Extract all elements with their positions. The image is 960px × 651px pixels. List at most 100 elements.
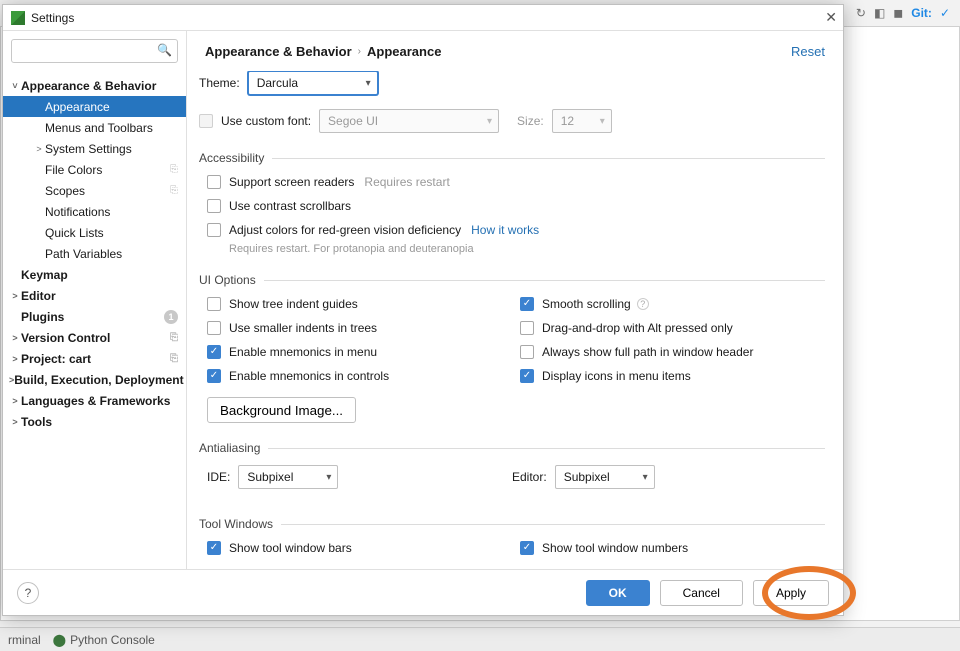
- toolbar-icon[interactable]: ◧: [874, 6, 885, 20]
- settings-sidebar: 🔍 ˅Appearance & BehaviorAppearanceMenus …: [3, 31, 187, 569]
- background-image-button[interactable]: Background Image...: [207, 397, 356, 423]
- tree-item[interactable]: >Project: cart⎘: [3, 348, 186, 369]
- chevron-right-icon[interactable]: >: [9, 291, 21, 301]
- contrast-scrollbars-label: Use contrast scrollbars: [229, 199, 351, 213]
- tree-item[interactable]: Notifications: [3, 201, 186, 222]
- tree-item-label: Menus and Toolbars: [45, 121, 178, 135]
- accessibility-section-title: Accessibility: [199, 151, 825, 165]
- mnemonics-menu-checkbox[interactable]: [207, 345, 221, 359]
- tw-bars-checkbox[interactable]: [207, 541, 221, 555]
- help-icon[interactable]: ?: [637, 298, 649, 310]
- ide-bottom-bar: rminal ⬤ Python Console: [0, 627, 960, 651]
- python-console-tab[interactable]: ⬤ Python Console: [53, 633, 155, 647]
- full-path-checkbox[interactable]: [520, 345, 534, 359]
- tree-item-label: Keymap: [21, 268, 178, 282]
- tree-item[interactable]: Scopes ⎘: [3, 180, 186, 201]
- chevron-right-icon[interactable]: >: [9, 396, 21, 406]
- colorblind-checkbox[interactable]: [207, 223, 221, 237]
- search-input[interactable]: [11, 39, 178, 63]
- tree-item[interactable]: Appearance: [3, 96, 186, 117]
- cancel-button[interactable]: Cancel: [660, 580, 743, 606]
- close-icon[interactable]: ✕: [825, 9, 837, 26]
- tree-item-label: System Settings: [45, 142, 178, 156]
- scope-icon: ⎘: [170, 353, 178, 364]
- icons-menu-checkbox[interactable]: [520, 369, 534, 383]
- breadcrumb-parent[interactable]: Appearance & Behavior: [205, 44, 352, 59]
- tree-item[interactable]: Quick Lists: [3, 222, 186, 243]
- settings-dialog: Settings ✕ 🔍 ˅Appearance & BehaviorAppea…: [2, 4, 844, 616]
- mnemonics-menu-label: Enable mnemonics in menu: [229, 345, 377, 359]
- tree-item[interactable]: Path Variables: [3, 243, 186, 264]
- ok-button[interactable]: OK: [586, 580, 650, 606]
- tree-item-label: Quick Lists: [45, 226, 178, 240]
- dnd-alt-checkbox[interactable]: [520, 321, 534, 335]
- chevron-down-icon[interactable]: ˅: [9, 81, 21, 91]
- reset-link[interactable]: Reset: [791, 44, 825, 59]
- settings-icon: [11, 11, 25, 25]
- aa-ide-combo[interactable]: Subpixel: [238, 465, 338, 489]
- screen-readers-checkbox[interactable]: [207, 175, 221, 189]
- smaller-indent-checkbox[interactable]: [207, 321, 221, 335]
- colorblind-hint: Requires restart. For protanopia and deu…: [229, 243, 825, 255]
- font-combo: Segoe UI: [319, 109, 499, 133]
- settings-content: Appearance & Behavior › Appearance Reset…: [187, 31, 843, 569]
- tree-item[interactable]: >Editor: [3, 285, 186, 306]
- chevron-right-icon[interactable]: >: [33, 144, 45, 154]
- smaller-indent-label: Use smaller indents in trees: [229, 321, 377, 335]
- ide-toolbar: ↻ ◧ ◼ Git: ✓: [846, 0, 960, 26]
- tree-item[interactable]: Menus and Toolbars: [3, 117, 186, 138]
- tree-item[interactable]: Keymap: [3, 264, 186, 285]
- scope-icon: ⎘: [170, 164, 178, 175]
- dialog-titlebar: Settings ✕: [3, 5, 843, 31]
- tree-item[interactable]: File Colors⎘: [3, 159, 186, 180]
- chevron-right-icon[interactable]: >: [9, 417, 21, 427]
- tree-item[interactable]: Plugins1: [3, 306, 186, 327]
- git-branch-icon[interactable]: ✓: [940, 6, 950, 20]
- git-label[interactable]: Git:: [911, 6, 932, 20]
- theme-label: Theme:: [199, 76, 240, 90]
- mnemonics-ctrl-checkbox[interactable]: [207, 369, 221, 383]
- tree-item[interactable]: >Build, Execution, Deployment: [3, 369, 186, 390]
- aa-editor-combo[interactable]: Subpixel: [555, 465, 655, 489]
- settings-tree[interactable]: ˅Appearance & Behavior Appearance Menus an…: [3, 71, 186, 569]
- tree-item[interactable]: >Languages & Frameworks: [3, 390, 186, 411]
- tw-bars-label: Show tool window bars: [229, 541, 352, 555]
- smooth-scroll-checkbox[interactable]: [520, 297, 534, 311]
- dialog-title: Settings: [31, 11, 74, 25]
- tree-item-label: Path Variables: [45, 247, 178, 261]
- screen-readers-hint: Requires restart: [364, 175, 449, 189]
- tree-item[interactable]: >Version Control ⎘: [3, 327, 186, 348]
- tree-item-label: Scopes: [45, 184, 166, 198]
- breadcrumb-current: Appearance: [367, 44, 441, 59]
- contrast-scrollbars-checkbox[interactable]: [207, 199, 221, 213]
- screen-readers-label: Support screen readers: [229, 175, 354, 189]
- chevron-right-icon[interactable]: >: [9, 354, 21, 364]
- apply-button[interactable]: Apply: [753, 580, 829, 606]
- full-path-label: Always show full path in window header: [542, 345, 753, 359]
- tree-indent-label: Show tree indent guides: [229, 297, 358, 311]
- mnemonics-ctrl-label: Enable mnemonics in controls: [229, 369, 389, 383]
- tree-item[interactable]: >Tools: [3, 411, 186, 432]
- colorblind-label: Adjust colors for red-green vision defic…: [229, 223, 461, 237]
- tree-item-label: Version Control: [21, 331, 166, 345]
- theme-combo[interactable]: Darcula: [248, 71, 378, 95]
- chevron-right-icon: ›: [358, 46, 361, 57]
- stop-icon[interactable]: ◼: [893, 6, 903, 20]
- breadcrumb: Appearance & Behavior › Appearance Reset: [187, 31, 843, 71]
- help-button[interactable]: ?: [17, 582, 39, 604]
- scope-icon: ⎘: [170, 332, 178, 343]
- tree-item-label: Appearance: [45, 100, 178, 114]
- reload-icon[interactable]: ↻: [856, 6, 866, 20]
- chevron-right-icon[interactable]: >: [9, 333, 21, 343]
- custom-font-checkbox[interactable]: [199, 114, 213, 128]
- tw-numbers-checkbox[interactable]: [520, 541, 534, 555]
- terminal-tab[interactable]: rminal: [8, 633, 41, 647]
- tree-item-label: Plugins: [21, 310, 164, 324]
- tree-item[interactable]: >System Settings: [3, 138, 186, 159]
- badge: 1: [164, 310, 178, 324]
- tree-indent-checkbox[interactable]: [207, 297, 221, 311]
- scope-icon: ⎘: [170, 185, 178, 196]
- colorblind-link[interactable]: How it works: [471, 223, 539, 237]
- tw-numbers-label: Show tool window numbers: [542, 541, 688, 555]
- tree-item[interactable]: ˅Appearance & Behavior: [3, 75, 186, 96]
